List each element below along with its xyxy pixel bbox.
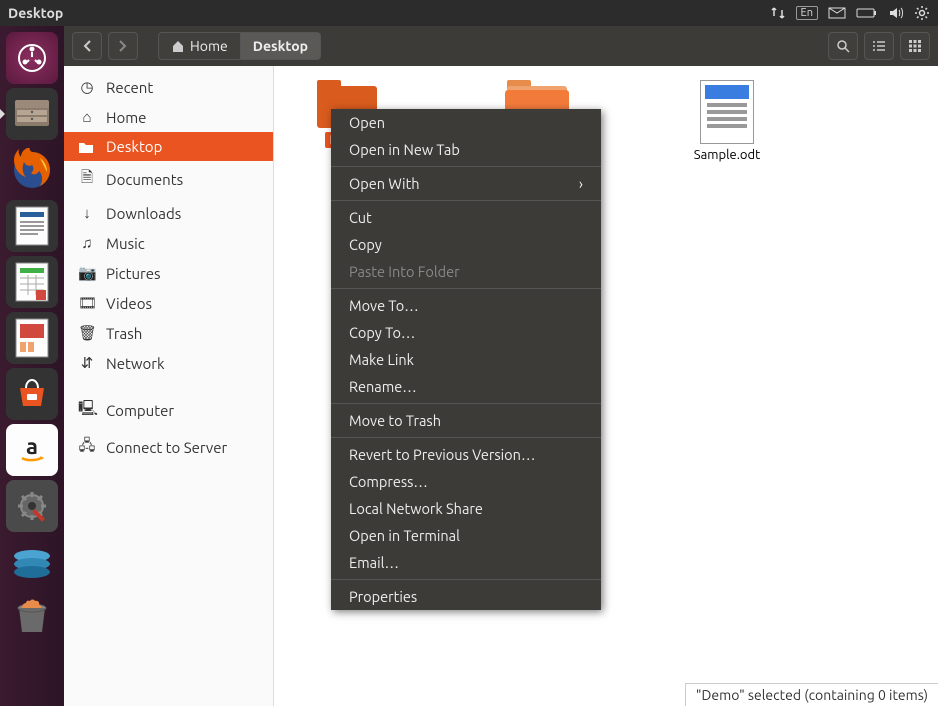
path-home[interactable]: Home	[158, 32, 241, 60]
doc-icon: 🗎	[78, 167, 96, 192]
view-list-button[interactable]	[864, 32, 894, 60]
folder-icon	[78, 140, 96, 154]
music-icon: ♫	[78, 234, 96, 252]
software-launcher-icon[interactable]	[6, 368, 58, 420]
sidebar-item-pictures[interactable]: 📷Pictures	[64, 258, 273, 288]
path-desktop[interactable]: Desktop	[241, 32, 321, 60]
writer-launcher-icon[interactable]	[6, 200, 58, 252]
camera-icon: 📷	[78, 264, 96, 282]
sidebar-item-recent[interactable]: ◷Recent	[64, 72, 273, 102]
sidebar-item-downloads[interactable]: ↓Downloads	[64, 198, 273, 228]
workspace-launcher-icon[interactable]	[6, 536, 58, 588]
document-icon	[700, 80, 754, 144]
cm-properties[interactable]: Properties	[331, 583, 601, 610]
cm-move-to[interactable]: Move To…	[331, 292, 601, 319]
path-bar: Home Desktop	[158, 32, 321, 60]
nav-back-button[interactable]	[72, 32, 102, 60]
server-icon: 🖧	[78, 435, 96, 460]
cm-local-network-share[interactable]: Local Network Share	[331, 495, 601, 522]
status-text: "Demo" selected (containing 0 items)	[696, 687, 928, 703]
sidebar-item-desktop[interactable]: Desktop	[64, 132, 273, 161]
cm-email[interactable]: Email…	[331, 549, 601, 576]
svg-text:a: a	[26, 434, 38, 459]
clock-icon: ◷	[78, 78, 96, 96]
status-bar: "Demo" selected (containing 0 items)	[685, 683, 938, 706]
trash-icon: 🗑	[78, 324, 96, 342]
cm-paste-into-folder: Paste Into Folder	[331, 258, 601, 285]
calc-launcher-icon[interactable]	[6, 256, 58, 308]
network-icon: ⇵	[78, 354, 96, 372]
firefox-launcher-icon[interactable]	[6, 144, 58, 196]
sidebar-item-trash[interactable]: 🗑Trash	[64, 318, 273, 348]
network-indicator-icon[interactable]	[770, 6, 786, 20]
volume-indicator-icon[interactable]	[888, 6, 904, 20]
dash-launcher-icon[interactable]	[6, 32, 58, 84]
launcher-dock: a	[0, 26, 64, 706]
search-button[interactable]	[828, 32, 858, 60]
cm-compress[interactable]: Compress…	[331, 468, 601, 495]
places-sidebar: ◷Recent ⌂Home Desktop 🗎Documents ↓Downlo…	[64, 66, 274, 706]
system-indicator-icon[interactable]	[914, 5, 930, 21]
home-icon: ⌂	[78, 108, 96, 126]
settings-launcher-icon[interactable]	[6, 480, 58, 532]
file-item-sample[interactable]: Sample.odt	[682, 80, 772, 162]
mail-indicator-icon[interactable]	[828, 7, 846, 19]
download-icon: ↓	[78, 204, 96, 222]
sidebar-item-home[interactable]: ⌂Home	[64, 102, 273, 132]
cm-open-with[interactable]: Open With›	[331, 170, 601, 197]
trash-launcher-icon[interactable]	[6, 592, 58, 644]
toolbar: Home Desktop	[64, 26, 938, 66]
cm-open[interactable]: Open	[331, 109, 601, 136]
panel-title: Desktop	[8, 5, 63, 21]
sidebar-item-documents[interactable]: 🗎Documents	[64, 161, 273, 198]
files-launcher-icon[interactable]	[6, 88, 58, 140]
sidebar-item-music[interactable]: ♫Music	[64, 228, 273, 258]
keyboard-indicator-icon[interactable]: En	[796, 6, 818, 20]
sidebar-item-connect-server[interactable]: 🖧Connect to Server	[64, 429, 273, 466]
cm-rename[interactable]: Rename…	[331, 373, 601, 400]
computer-icon: 🖳	[78, 398, 96, 423]
battery-indicator-icon[interactable]	[856, 7, 878, 19]
video-icon: 🎞	[78, 294, 96, 312]
sidebar-item-computer[interactable]: 🖳Computer	[64, 392, 273, 429]
sidebar-item-network[interactable]: ⇵Network	[64, 348, 273, 378]
sidebar-item-videos[interactable]: 🎞Videos	[64, 288, 273, 318]
cm-revert[interactable]: Revert to Previous Version…	[331, 441, 601, 468]
context-menu: Open Open in New Tab Open With› Cut Copy…	[331, 109, 601, 610]
file-label: Sample.odt	[682, 148, 772, 162]
cm-open-terminal[interactable]: Open in Terminal	[331, 522, 601, 549]
cm-copy[interactable]: Copy	[331, 231, 601, 258]
cm-cut[interactable]: Cut	[331, 204, 601, 231]
nav-forward-button[interactable]	[108, 32, 138, 60]
cm-move-to-trash[interactable]: Move to Trash	[331, 407, 601, 434]
view-grid-button[interactable]	[900, 32, 930, 60]
chevron-right-icon: ›	[579, 175, 583, 192]
top-panel: Desktop En	[0, 0, 938, 26]
cm-copy-to[interactable]: Copy To…	[331, 319, 601, 346]
cm-open-new-tab[interactable]: Open in New Tab	[331, 136, 601, 163]
amazon-launcher-icon[interactable]: a	[6, 424, 58, 476]
cm-make-link[interactable]: Make Link	[331, 346, 601, 373]
impress-launcher-icon[interactable]	[6, 312, 58, 364]
